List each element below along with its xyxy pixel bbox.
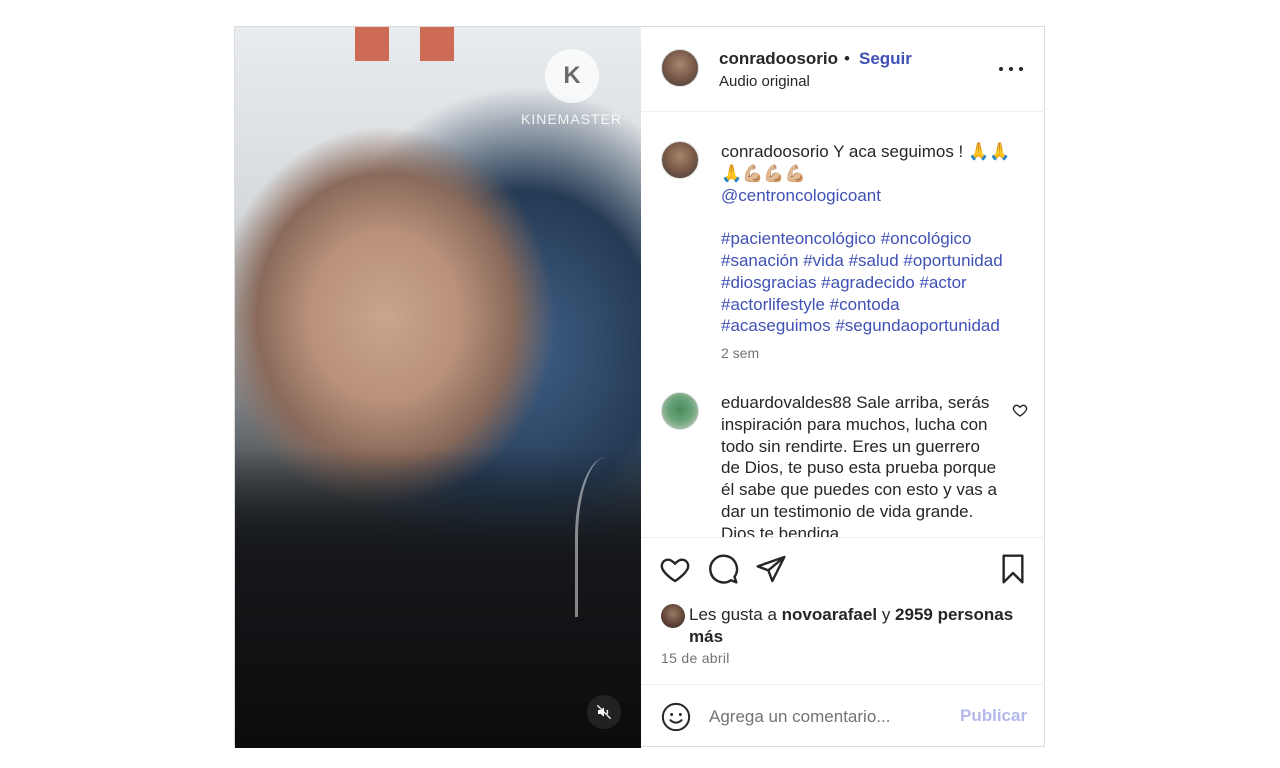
caption-mention[interactable]: @centroncologicoant bbox=[721, 186, 881, 205]
publish-button[interactable]: Publicar bbox=[960, 706, 1027, 726]
comment-text: Sale arriba, serás inspiración para much… bbox=[721, 393, 997, 537]
likes-prefix: Les gusta a bbox=[689, 605, 777, 624]
post-video[interactable]: K KINEMASTER bbox=[235, 27, 641, 748]
hashtag-line[interactable]: #sanación #vida #salud #oportunidad bbox=[721, 251, 1003, 270]
comment-input[interactable] bbox=[709, 703, 949, 731]
like-heart-icon[interactable] bbox=[659, 553, 691, 585]
post-header: conradoosorio • Seguir Audio original bbox=[641, 27, 1045, 112]
commenter-avatar[interactable] bbox=[661, 392, 699, 430]
hashtag-line[interactable]: #acaseguimos #segundaoportunidad bbox=[721, 316, 1000, 335]
emoji-smiley-icon[interactable] bbox=[661, 702, 691, 732]
more-options-icon[interactable] bbox=[997, 57, 1025, 81]
header-separator: • bbox=[844, 49, 850, 68]
likes-joiner: y bbox=[881, 605, 891, 624]
author-username[interactable]: conradoosorio bbox=[719, 49, 838, 69]
audio-label[interactable]: Audio original bbox=[719, 73, 810, 90]
comment-item: eduardovaldes88 Sale arriba, serás inspi… bbox=[721, 392, 1003, 537]
caption-time-ago[interactable]: 2 sem bbox=[721, 345, 759, 361]
kinemaster-logo-icon: K bbox=[545, 49, 599, 103]
kinemaster-logo-letter: K bbox=[563, 62, 581, 89]
caption-author-avatar[interactable] bbox=[661, 141, 699, 179]
liker-username[interactable]: novoarafael bbox=[782, 605, 877, 624]
wall-sign bbox=[355, 27, 389, 61]
hashtag-line[interactable]: #diosgracias #agradecido #actor bbox=[721, 273, 967, 292]
post-date[interactable]: 15 de abril bbox=[661, 650, 730, 666]
comment-like-heart-icon[interactable] bbox=[1012, 402, 1028, 418]
mute-button[interactable] bbox=[587, 695, 621, 729]
actions-divider bbox=[641, 537, 1045, 538]
post-sidebar: conradoosorio • Seguir Audio original co… bbox=[641, 27, 1045, 746]
hashtag-line[interactable]: #pacienteoncológico #oncológico bbox=[721, 229, 971, 248]
wall-sign bbox=[420, 27, 454, 61]
caption-username[interactable]: conradoosorio bbox=[721, 142, 829, 161]
kinemaster-watermark: KINEMASTER bbox=[521, 111, 623, 127]
share-paper-plane-icon[interactable] bbox=[755, 553, 787, 585]
likes-summary: Les gusta a novoarafael y 2959 personas … bbox=[689, 604, 1029, 648]
save-bookmark-icon[interactable] bbox=[997, 553, 1029, 585]
video-subject-tube bbox=[575, 457, 638, 617]
hashtag-line[interactable]: #actorlifestyle #contoda bbox=[721, 295, 900, 314]
post-caption: conradoosorio Y aca seguimos ! 🙏🙏🙏💪🏼💪🏼💪🏼… bbox=[721, 141, 1021, 337]
liker-avatar[interactable] bbox=[661, 604, 685, 628]
post-card: K KINEMASTER conradoosorio • Seguir Audi… bbox=[234, 26, 1045, 748]
comment-username[interactable]: eduardovaldes88 bbox=[721, 393, 851, 412]
comment-bubble-icon[interactable] bbox=[707, 553, 739, 585]
follow-button[interactable]: Seguir bbox=[859, 49, 912, 69]
comments-scroll-area[interactable]: conradoosorio Y aca seguimos ! 🙏🙏🙏💪🏼💪🏼💪🏼… bbox=[641, 112, 1045, 537]
speaker-muted-icon bbox=[596, 704, 612, 720]
author-avatar[interactable] bbox=[661, 49, 699, 87]
composer-divider bbox=[641, 684, 1045, 685]
